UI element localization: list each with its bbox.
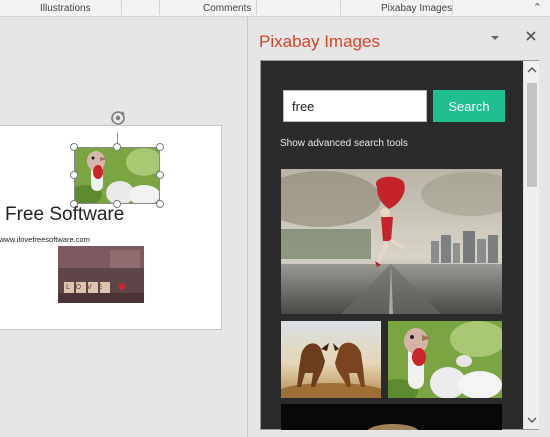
ribbon-group-illustrations: Illustrations bbox=[40, 3, 91, 14]
resize-handle-se[interactable] bbox=[156, 200, 164, 208]
search-button[interactable]: Search bbox=[433, 90, 505, 122]
ribbon-separator bbox=[256, 0, 257, 15]
collapse-ribbon-icon[interactable]: ⌃ bbox=[533, 1, 542, 14]
advanced-search-link[interactable]: Show advanced search tools bbox=[280, 138, 408, 149]
ribbon-group-labels: Illustrations Comments Pixabay Images ⌃ bbox=[0, 0, 550, 17]
search-input[interactable] bbox=[283, 90, 427, 122]
result-image-horses[interactable] bbox=[281, 321, 381, 398]
rotate-handle-icon[interactable] bbox=[109, 109, 127, 127]
slide-url[interactable]: www.ilovefreesoftware.com bbox=[0, 235, 90, 244]
resize-handle-nw[interactable] bbox=[70, 143, 78, 151]
resize-handle-e[interactable] bbox=[156, 171, 164, 179]
chevron-down-icon[interactable] bbox=[488, 31, 502, 45]
scroll-up-icon[interactable] bbox=[524, 63, 540, 77]
result-image-dancer[interactable] bbox=[281, 169, 502, 314]
scroll-thumb[interactable] bbox=[527, 83, 537, 187]
result-image-dark[interactable] bbox=[281, 404, 502, 430]
slide-title[interactable]: Free Software bbox=[5, 204, 124, 226]
close-icon[interactable] bbox=[524, 29, 538, 43]
love-blocks-text: LOVE bbox=[66, 283, 109, 291]
ribbon-separator bbox=[159, 0, 160, 15]
slide-image-turkey[interactable] bbox=[74, 147, 160, 204]
result-image-turkey[interactable] bbox=[388, 321, 502, 398]
ribbon-group-comments: Comments bbox=[203, 3, 252, 14]
ribbon-separator bbox=[340, 0, 341, 15]
ribbon-separator bbox=[121, 0, 122, 15]
resize-handle-ne[interactable] bbox=[156, 143, 164, 151]
pane-title: Pixabay Images bbox=[259, 32, 380, 51]
slide-canvas[interactable]: Free Software www.ilovefreesoftware.com … bbox=[0, 111, 222, 330]
slide-editor: Free Software www.ilovefreesoftware.com … bbox=[0, 17, 248, 437]
pane-scrollbar[interactable] bbox=[523, 61, 539, 429]
scroll-down-icon[interactable] bbox=[524, 413, 540, 427]
ribbon-separator bbox=[452, 0, 453, 15]
pixabay-task-pane: Pixabay Images Search Show advanced sear… bbox=[249, 17, 550, 437]
ribbon-group-pixabay: Pixabay Images bbox=[381, 3, 453, 14]
resize-handle-n[interactable] bbox=[113, 143, 121, 151]
resize-handle-w[interactable] bbox=[70, 171, 78, 179]
slide-image-love-blocks[interactable]: LOVE bbox=[58, 246, 144, 303]
pane-content: Search Show advanced search tools bbox=[260, 60, 539, 430]
